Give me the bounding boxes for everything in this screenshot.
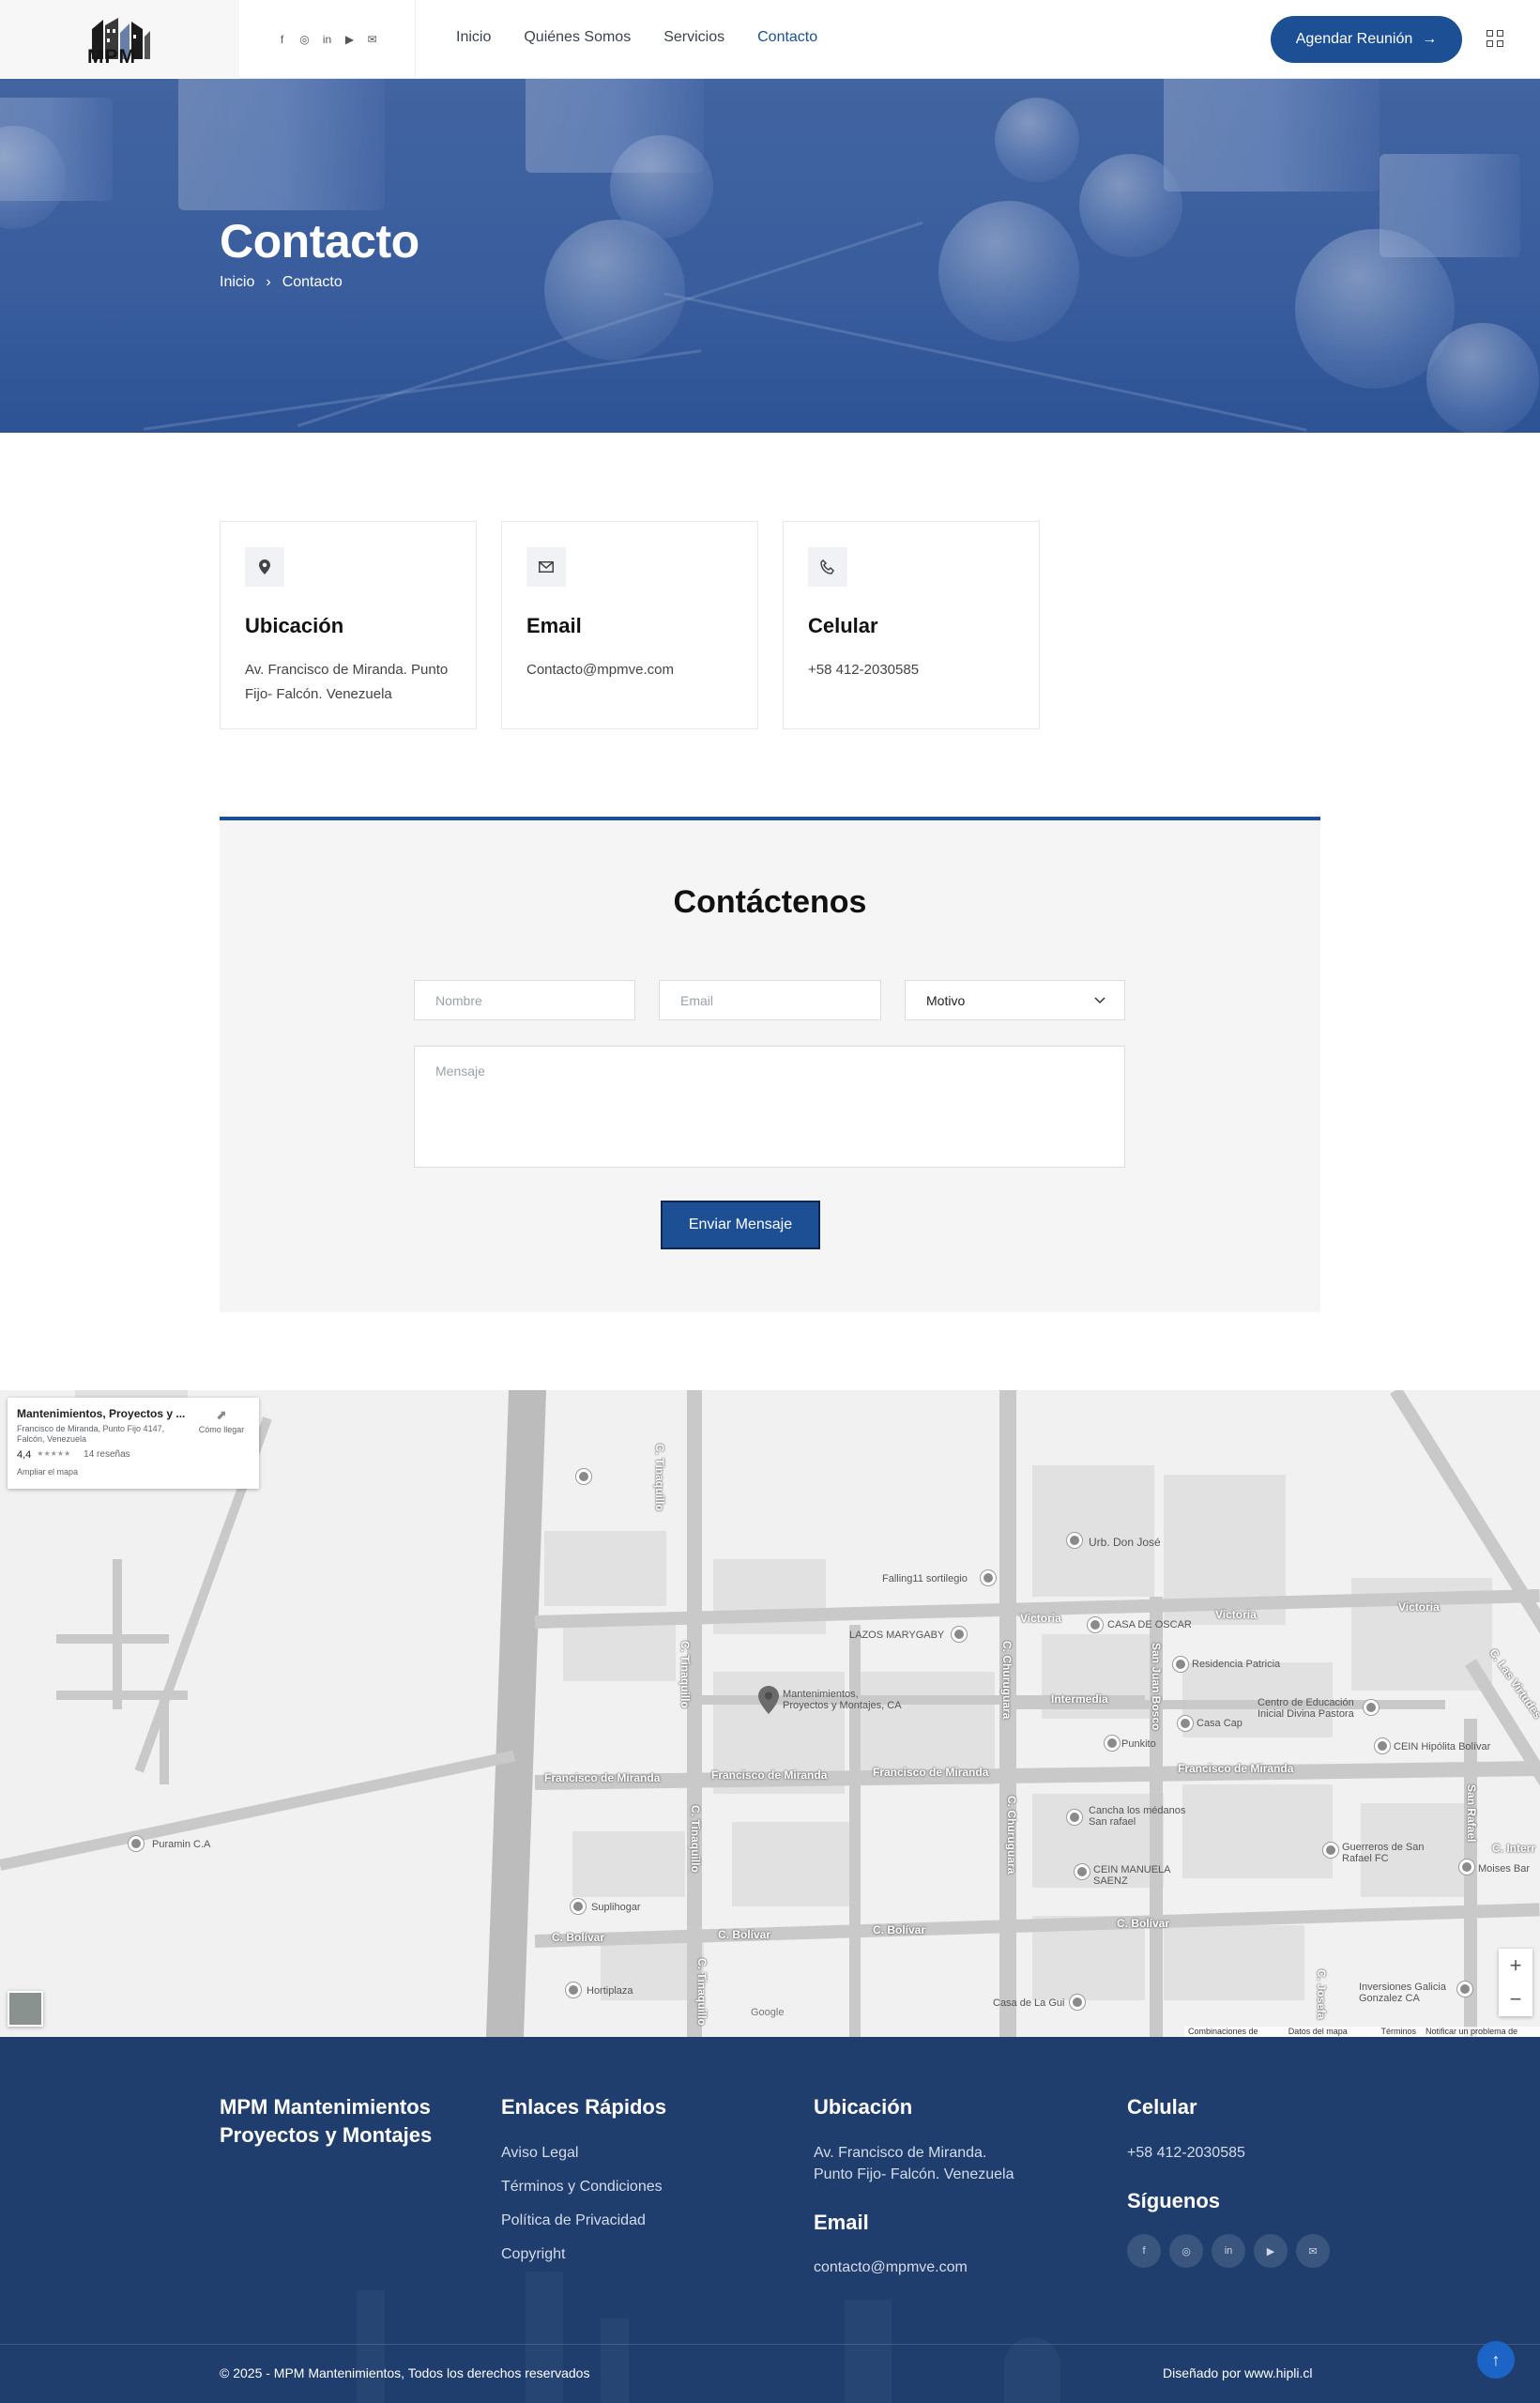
rating-stars: ★★★★★ (37, 1449, 71, 1458)
envelope-icon (526, 547, 566, 587)
site-header: MPM f ◎ in ▶ ✉ Inicio Quiénes Somos Serv… (0, 0, 1540, 79)
send-message-button[interactable]: Enviar Mensaje (661, 1201, 820, 1249)
chevron-right-icon: › (266, 274, 271, 290)
map-attribution: Combinaciones de teclas Datos del mapa ©… (1184, 2027, 1540, 2037)
copyright-text: © 2025 - MPM Mantenimientos, Todos los d… (220, 2365, 590, 2380)
breadcrumb-home[interactable]: Inicio (220, 274, 254, 291)
header-socials: f ◎ in ▶ ✉ (239, 0, 416, 79)
breadcrumb-current: Contacto (282, 274, 343, 290)
footer-youtube-icon[interactable]: ▶ (1254, 2234, 1288, 2268)
chevron-down-icon (1094, 996, 1105, 1003)
facebook-icon[interactable]: f (276, 33, 289, 46)
footer-phone[interactable]: +58 412-2030585 (1127, 2142, 1245, 2164)
footer-phone-title: Celular (1127, 2095, 1197, 2119)
reviews-link[interactable]: 14 reseñas (84, 1449, 130, 1461)
page-title: Contacto (220, 215, 419, 268)
place-marker-icon[interactable] (758, 1686, 779, 1714)
nav-inicio[interactable]: Inicio (456, 29, 491, 46)
google-logo: Google (751, 2007, 785, 2018)
nav-contacto[interactable]: Contacto (757, 29, 817, 46)
footer-links-title: Enlaces Rápidos (501, 2095, 667, 2119)
footer-linkedin-icon[interactable]: in (1212, 2234, 1245, 2268)
nav-servicios[interactable]: Servicios (663, 29, 724, 46)
report-problem-link[interactable]: Notificar un problema de Maps (1426, 2027, 1536, 2037)
form-title: Contáctenos (673, 884, 867, 920)
reason-selected: Motivo (926, 992, 966, 1008)
info-card-phone: Celular +58 412-2030585 (783, 521, 1040, 729)
terms-link[interactable]: Términos (1381, 2027, 1417, 2037)
linkedin-icon[interactable]: in (321, 33, 334, 46)
place-info-card: Mantenimientos, Proyectos y ... Francisc… (8, 1398, 259, 1489)
footer-link-privacidad[interactable]: Política de Privacidad (501, 2210, 646, 2231)
footer-email[interactable]: contacto@mpmve.com (814, 2257, 968, 2278)
footer-link-terminos[interactable]: Términos y Condiciones (501, 2176, 663, 2197)
youtube-icon[interactable]: ▶ (343, 33, 357, 46)
footer-address: Av. Francisco de Miranda. Punto Fijo- Fa… (814, 2145, 1014, 2182)
site-footer (0, 2037, 1540, 2403)
marker-label: Mantenimientos, Proyectos y Montajes, CA (783, 1689, 902, 1711)
footer-instagram-icon[interactable]: ◎ (1169, 2234, 1203, 2268)
footer-facebook-icon[interactable]: f (1127, 2234, 1161, 2268)
mail-icon[interactable]: ✉ (366, 33, 379, 46)
arrow-up-icon: ↑ (1491, 2349, 1501, 2369)
location-pin-icon (245, 547, 284, 587)
info-card-email: Email Contacto@mpmve.com (501, 521, 758, 729)
arrow-right-icon: → (1422, 31, 1438, 47)
phone-icon (808, 547, 847, 587)
footer-email-title: Email (814, 2211, 869, 2234)
schedule-meeting-button[interactable]: Agendar Reunión → (1271, 16, 1462, 63)
breadcrumb: Inicio › Contacto (220, 274, 343, 291)
card-body[interactable]: +58 412-2030585 (808, 658, 1019, 682)
grid-menu-icon[interactable] (1487, 30, 1503, 47)
zoom-in-button[interactable]: + (1510, 1953, 1522, 1978)
logo-wordmark: MPM (87, 46, 136, 68)
keyboard-shortcuts-link[interactable]: Combinaciones de teclas (1188, 2027, 1279, 2037)
card-title: Email (526, 614, 582, 637)
footer-location-title: Ubicación (814, 2095, 913, 2119)
place-rating: 4,4 (17, 1449, 32, 1461)
directions-button[interactable]: ⬈ Cómo llegar (191, 1407, 252, 1434)
reason-select[interactable]: Motivo (905, 980, 1125, 1020)
designed-by-link[interactable]: Diseñado por www.hipli.cl (1163, 2363, 1313, 2384)
zoom-controls: + − (1499, 1949, 1532, 2016)
card-title: Ubicación (245, 614, 344, 637)
footer-brand: MPM Mantenimientos Proyectos y Montajes (220, 2095, 433, 2147)
zoom-out-button[interactable]: − (1510, 1987, 1522, 2012)
footer-divider (0, 2344, 1540, 2345)
footer-mail-icon[interactable]: ✉ (1296, 2234, 1330, 2268)
main-nav: Inicio Quiénes Somos Servicios Contacto (456, 29, 817, 46)
card-body: Av. Francisco de Miranda. Punto Fijo- Fa… (245, 662, 449, 702)
contact-form-section: Contáctenos Nombre Email Motivo Mensaje … (220, 817, 1320, 1312)
card-title: Celular (808, 614, 878, 637)
back-to-top-button[interactable]: ↑ (1477, 2341, 1515, 2379)
enlarge-map-link[interactable]: Ampliar el mapa (17, 1467, 250, 1477)
email-input[interactable]: Email (659, 980, 881, 1020)
cta-label: Agendar Reunión (1295, 31, 1413, 47)
name-input[interactable]: Nombre (414, 980, 635, 1020)
layers-toggle[interactable] (8, 1991, 43, 2027)
map-data-text: Datos del mapa ©2025 (1288, 2027, 1348, 2037)
info-card-location: Ubicación Av. Francisco de Miranda. Punt… (220, 521, 477, 729)
nav-quienes-somos[interactable]: Quiénes Somos (524, 29, 631, 46)
directions-icon: ⬈ (216, 1407, 227, 1422)
instagram-icon[interactable]: ◎ (298, 33, 312, 46)
message-textarea[interactable]: Mensaje (414, 1046, 1125, 1168)
location-map[interactable]: Urb. Don José Falling11 sortilegio LAZOS… (0, 1390, 1540, 2037)
place-name: Mantenimientos, Proyectos y ... (17, 1407, 186, 1420)
card-body[interactable]: Contacto@mpmve.com (526, 658, 738, 682)
footer-link-copyright[interactable]: Copyright (501, 2243, 565, 2265)
place-address: Francisco de Miranda, Punto Fijo 4147, F… (17, 1424, 165, 1444)
footer-link-aviso-legal[interactable]: Aviso Legal (501, 2142, 578, 2164)
footer-follow-title: Síguenos (1127, 2189, 1221, 2212)
